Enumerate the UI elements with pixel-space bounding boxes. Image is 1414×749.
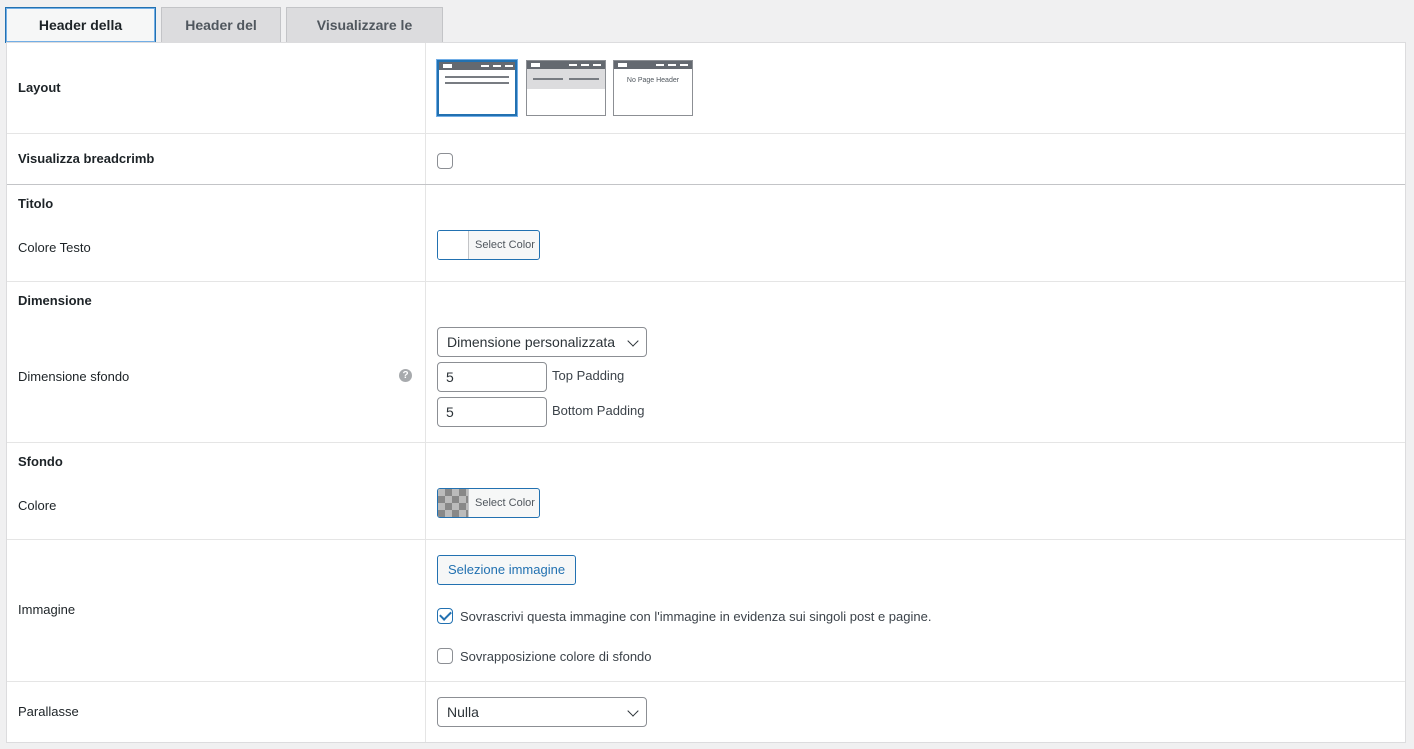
layout-option-no-page-header[interactable]: No Page Header [613, 60, 693, 116]
chevron-down-icon [627, 705, 639, 717]
help-icon[interactable]: ? [399, 369, 412, 382]
override-image-checkbox[interactable] [437, 608, 453, 624]
image-label: Immagine [18, 602, 76, 617]
bottom-padding-input[interactable]: 5 [437, 397, 547, 427]
background-color-label: Colore [18, 498, 57, 513]
tab-header-della-pagina[interactable]: Header della pagina [5, 7, 156, 67]
text-color-swatch [438, 231, 469, 259]
layout-option-standard[interactable] [437, 60, 517, 116]
top-padding-input[interactable]: 5 [437, 362, 547, 392]
tab-bar: Header della pagina Header del sito Visu… [5, 7, 443, 67]
overlay-color-label: Sovrapposizione colore di sfondo [460, 649, 652, 664]
dimension-heading: Dimensione [18, 293, 92, 308]
column-divider [425, 43, 426, 742]
background-size-label: Dimensione sfondo [18, 369, 130, 384]
settings-panel: Layout No Page Header Visualizza breadcr… [6, 42, 1406, 743]
background-size-select[interactable]: Dimensione personalizzata [437, 327, 647, 357]
select-image-button[interactable]: Selezione immagine [437, 555, 577, 585]
overlay-color-checkbox[interactable] [437, 648, 453, 664]
background-color-button-label: Select Color [475, 497, 535, 509]
parallax-value: Nulla [447, 704, 479, 720]
tab-header-del-sito[interactable]: Header del sito [161, 7, 281, 67]
breadcrumb-checkbox[interactable] [437, 153, 453, 169]
breadcrumb-label: Visualizza breadcrimb [18, 151, 155, 166]
top-padding-label: Top Padding [552, 368, 625, 383]
layout-option-full-width[interactable] [526, 60, 606, 116]
parallax-select[interactable]: Nulla [437, 697, 647, 727]
text-color-picker[interactable]: Select Color [437, 230, 540, 260]
background-size-value: Dimensione personalizzata [447, 334, 616, 350]
background-heading: Sfondo [18, 454, 63, 469]
text-color-label: Colore Testo [18, 240, 91, 255]
transparent-swatch [438, 489, 469, 517]
text-color-button-label: Select Color [475, 239, 535, 251]
layout-label: Layout [18, 80, 61, 95]
no-page-header-text: No Page Header [626, 77, 680, 84]
parallax-label: Parallasse [18, 704, 79, 719]
tab-visualizzare-le-regole[interactable]: Visualizzare le regole [286, 7, 443, 67]
background-color-picker[interactable]: Select Color [437, 488, 540, 518]
bottom-padding-label: Bottom Padding [552, 403, 645, 418]
title-heading: Titolo [18, 196, 54, 211]
override-image-label: Sovrascrivi questa immagine con l'immagi… [460, 609, 932, 624]
chevron-down-icon [627, 335, 639, 347]
